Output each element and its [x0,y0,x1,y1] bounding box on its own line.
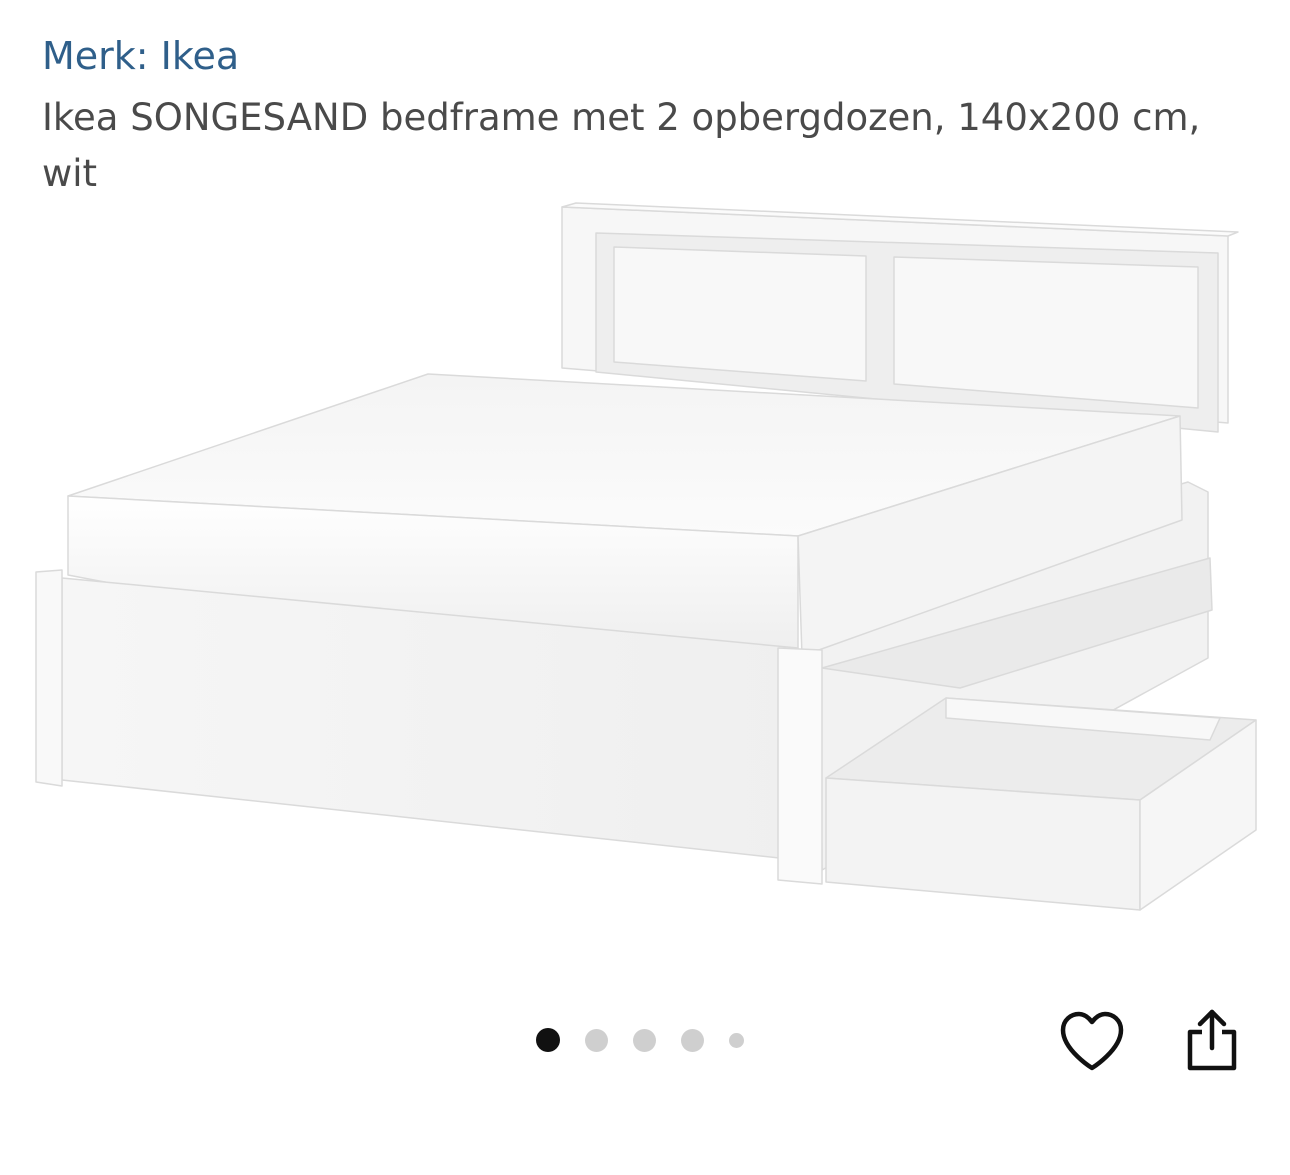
product-image[interactable] [0,195,1290,925]
favorite-button[interactable] [1058,1010,1126,1074]
carousel-dot-3[interactable] [633,1028,656,1052]
image-carousel-indicator [536,1026,769,1054]
brand-link[interactable]: Merk: Ikea [42,34,239,78]
carousel-dot-4[interactable] [681,1028,704,1052]
share-button[interactable] [1184,1006,1240,1072]
share-icon [1187,1009,1237,1071]
carousel-dot-2[interactable] [585,1028,608,1052]
carousel-dot-1[interactable] [536,1028,560,1052]
carousel-dot-5[interactable] [729,1032,744,1048]
product-title: Ikea SONGESAND bedframe met 2 opbergdoze… [42,96,1201,195]
heart-icon [1060,1011,1124,1071]
